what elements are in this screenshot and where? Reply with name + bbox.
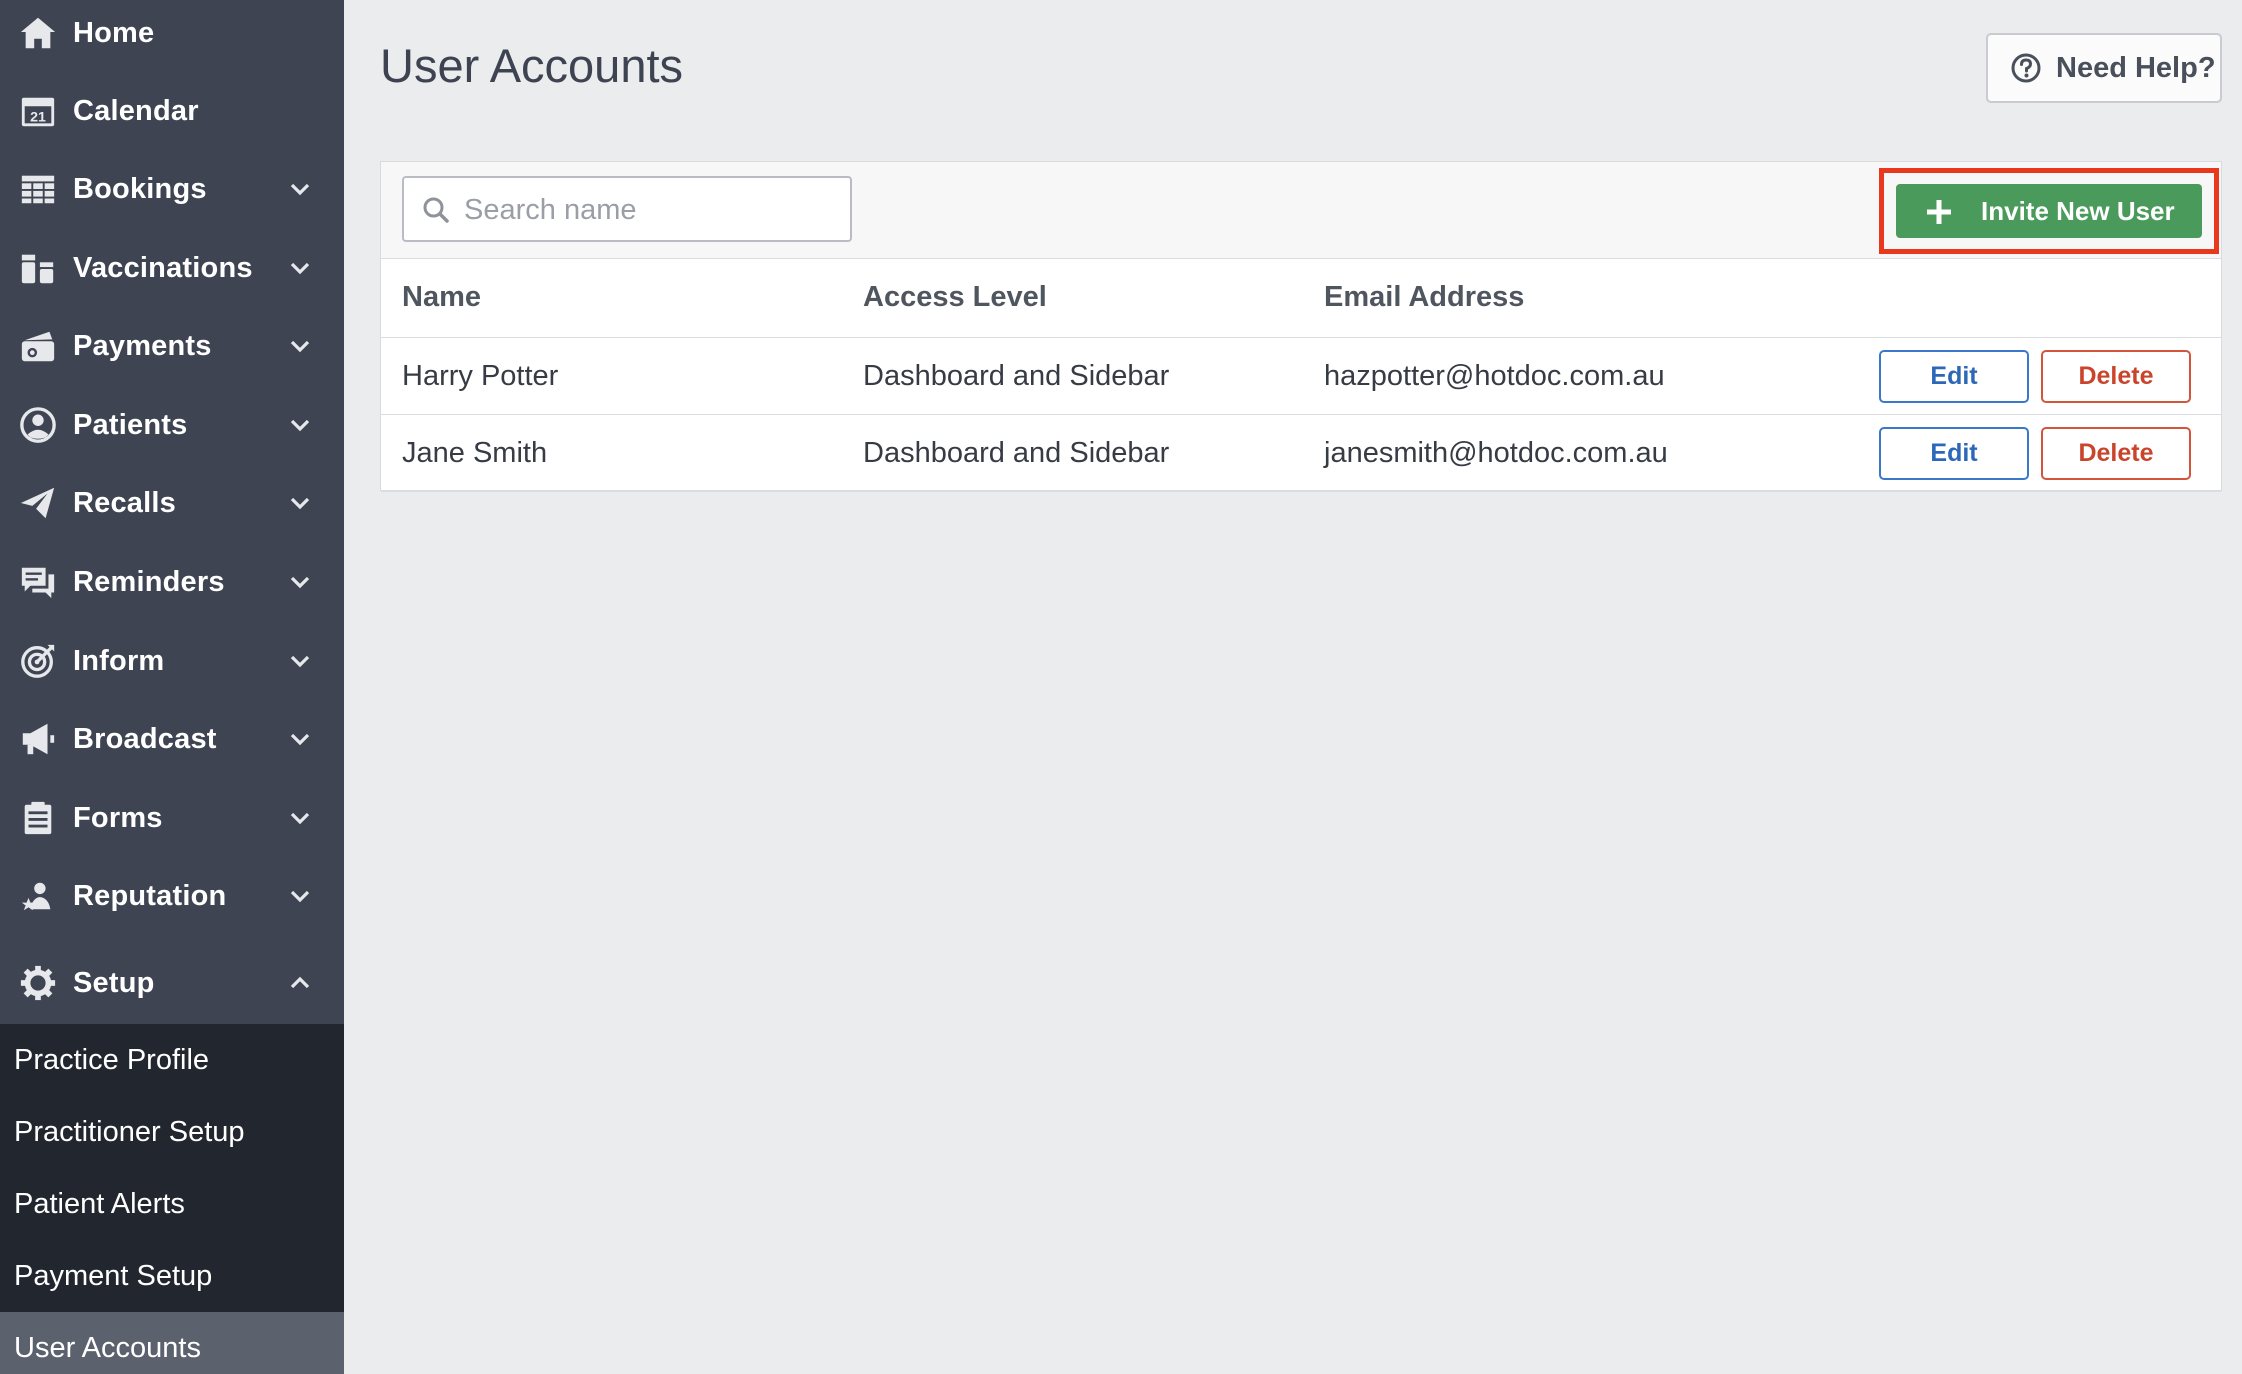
need-help-label: Need Help?	[2056, 51, 2216, 84]
chevron-up-icon	[287, 970, 313, 996]
question-circle-icon	[2011, 53, 2041, 83]
sidebar-item-label: Inform	[73, 644, 165, 677]
invite-new-user-label: Invite New User	[1981, 195, 2175, 226]
payment-card-icon	[18, 326, 58, 366]
plus-icon	[1927, 200, 1951, 224]
chevron-down-icon	[287, 569, 313, 595]
paper-plane-icon	[18, 483, 58, 523]
column-header-name: Name	[402, 281, 481, 313]
sidebar-item-recalls[interactable]: Recalls	[0, 466, 344, 540]
sidebar-subitem-user-accounts[interactable]: User Accounts	[0, 1312, 344, 1374]
sidebar-item-vaccinations[interactable]: Vaccinations	[0, 231, 344, 305]
delete-button[interactable]: Delete	[2041, 350, 2191, 403]
sidebar-item-setup[interactable]: Setup	[0, 946, 344, 1020]
search-icon	[423, 197, 449, 223]
user-circle-icon	[18, 405, 58, 445]
sidebar-item-label: Reminders	[73, 565, 225, 598]
cell-email: hazpotter@hotdoc.com.au	[1324, 360, 1665, 392]
column-header-email: Email Address	[1324, 281, 1525, 313]
sidebar-item-label: Bookings	[73, 172, 207, 205]
sidebar-item-label: Vaccinations	[73, 251, 253, 284]
cell-name: Harry Potter	[402, 360, 559, 392]
sidebar-item-broadcast[interactable]: Broadcast	[0, 702, 344, 776]
chevron-down-icon	[287, 883, 313, 909]
table-header: Name Access Level Email Address	[381, 259, 2221, 338]
target-icon	[18, 641, 58, 681]
edit-button[interactable]: Edit	[1879, 427, 2029, 480]
sidebar-subitem-practice-profile[interactable]: Practice Profile	[0, 1024, 344, 1096]
chevron-down-icon	[287, 255, 313, 281]
megaphone-icon	[18, 719, 58, 759]
sidebar-item-label: Patients	[73, 408, 188, 441]
need-help-button[interactable]: Need Help?	[1986, 33, 2222, 103]
cell-access-level: Dashboard and Sidebar	[863, 437, 1170, 469]
chevron-down-icon	[287, 648, 313, 674]
sidebar-subitem-payment-setup[interactable]: Payment Setup	[0, 1240, 344, 1312]
chevron-down-icon	[287, 726, 313, 752]
sidebar-item-label: Reputation	[73, 879, 227, 912]
edit-button[interactable]: Edit	[1879, 350, 2029, 403]
clipboard-icon	[18, 798, 58, 838]
setup-submenu: Practice Profile Practitioner Setup Pati…	[0, 1024, 344, 1374]
page-title: User Accounts	[380, 39, 684, 92]
sidebar-item-calendar[interactable]: 21 Calendar	[0, 74, 344, 148]
vaccine-vial-icon	[18, 248, 58, 288]
chevron-down-icon	[287, 412, 313, 438]
sidebar-subitem-label: Payment Setup	[14, 1259, 213, 1292]
chevron-down-icon	[287, 490, 313, 516]
sidebar-subitem-label: Patient Alerts	[14, 1187, 185, 1220]
sidebar-item-inform[interactable]: Inform	[0, 624, 344, 698]
sidebar-item-patients[interactable]: Patients	[0, 388, 344, 462]
chat-bubbles-icon	[18, 562, 58, 602]
sidebar-item-label: Payments	[73, 329, 212, 362]
delete-button[interactable]: Delete	[2041, 427, 2191, 480]
chevron-down-icon	[287, 176, 313, 202]
column-header-access-level: Access Level	[863, 281, 1047, 313]
sidebar: Home 21 Calendar Bookings Vaccinations P…	[0, 0, 344, 1374]
sidebar-item-label: Home	[73, 16, 155, 49]
chevron-down-icon	[287, 805, 313, 831]
sidebar-item-forms[interactable]: Forms	[0, 781, 344, 855]
invite-new-user-button[interactable]: Invite New User	[1896, 184, 2202, 238]
user-star-icon	[18, 876, 58, 916]
sidebar-subitem-label: Practice Profile	[14, 1043, 210, 1076]
sidebar-item-label: Recalls	[73, 486, 176, 519]
sidebar-item-bookings[interactable]: Bookings	[0, 152, 344, 226]
sidebar-item-label: Forms	[73, 801, 163, 834]
table-row: Harry Potter Dashboard and Sidebar hazpo…	[381, 338, 2221, 415]
sidebar-subitem-patient-alerts[interactable]: Patient Alerts	[0, 1168, 344, 1240]
toolbar: Invite New User	[381, 162, 2221, 259]
table-icon	[18, 169, 58, 209]
search-input[interactable]	[462, 186, 836, 234]
sidebar-item-payments[interactable]: Payments	[0, 309, 344, 383]
sidebar-item-reputation[interactable]: Reputation	[0, 859, 344, 933]
sidebar-subitem-practitioner-setup[interactable]: Practitioner Setup	[0, 1096, 344, 1168]
sidebar-subitem-label: User Accounts	[14, 1331, 201, 1364]
sidebar-item-home[interactable]: Home	[0, 0, 344, 70]
home-icon	[18, 13, 58, 53]
user-accounts-panel: Invite New User Name Access Level Email …	[380, 161, 2222, 492]
cell-name: Jane Smith	[402, 437, 548, 469]
calendar-icon: 21	[18, 91, 58, 131]
cell-email: janesmith@hotdoc.com.au	[1324, 437, 1668, 469]
sidebar-subitem-label: Practitioner Setup	[14, 1115, 245, 1148]
sidebar-item-label: Broadcast	[73, 722, 217, 755]
cell-access-level: Dashboard and Sidebar	[863, 360, 1170, 392]
chevron-down-icon	[287, 333, 313, 359]
gear-icon	[18, 963, 58, 1003]
table-row: Jane Smith Dashboard and Sidebar janesmi…	[381, 415, 2221, 492]
svg-text:21: 21	[30, 109, 46, 125]
search-box	[402, 176, 852, 242]
sidebar-item-reminders[interactable]: Reminders	[0, 545, 344, 619]
sidebar-item-label: Setup	[73, 966, 155, 999]
sidebar-item-label: Calendar	[73, 94, 199, 127]
